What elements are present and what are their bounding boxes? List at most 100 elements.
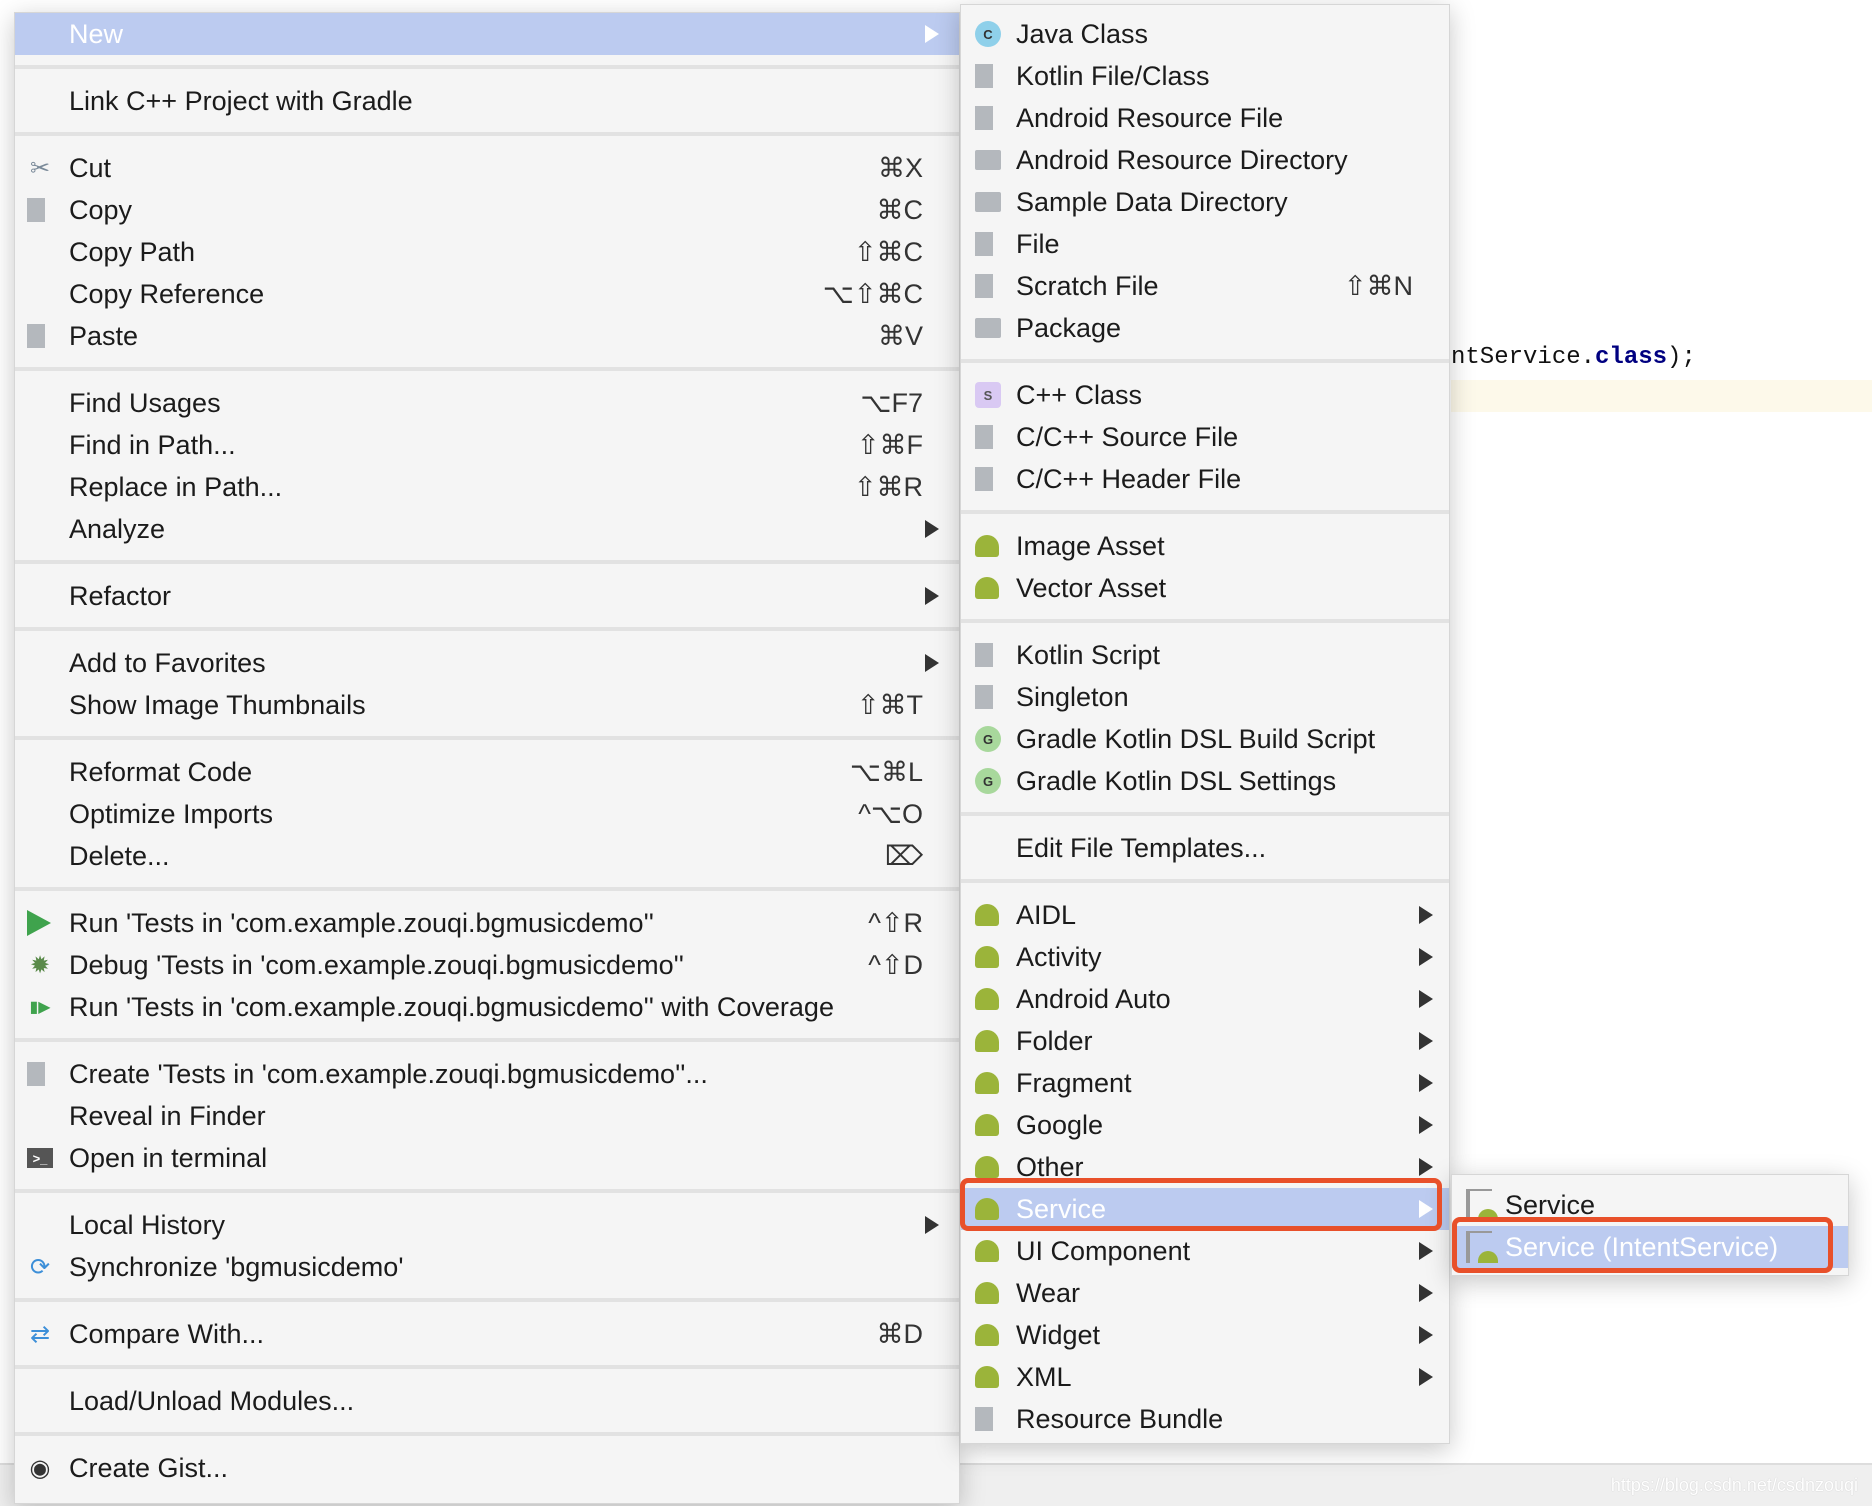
- menu-item-refactor[interactable]: Refactor: [15, 575, 959, 617]
- menu-item-activity[interactable]: Activity: [961, 936, 1449, 978]
- new-submenu: C Java Class Kotlin File/Class Android Reso…: [960, 4, 1450, 1444]
- menu-item-label: Copy Path: [69, 236, 196, 267]
- menu-item-c-class[interactable]: S C++ Class: [961, 374, 1449, 416]
- folder-icon: [975, 150, 1001, 170]
- menu-item-c-c-header-file[interactable]: C/C++ Header File: [961, 458, 1449, 500]
- menu-item-edit-file-templates[interactable]: Edit File Templates...: [961, 827, 1449, 869]
- menu-item-paste[interactable]: Paste ⌘V: [15, 315, 959, 357]
- android-icon: [975, 946, 999, 968]
- resource-bundle-icon: [975, 1407, 993, 1431]
- menu-item-file[interactable]: File: [961, 223, 1449, 265]
- shortcut-label: ⌘V: [877, 320, 923, 351]
- menu-separator: [961, 802, 1449, 827]
- menu-item-run-tests-in-com-example-zouqi-bgmusicdemo[interactable]: Run 'Tests in 'com.example.zouqi.bgmusic…: [15, 902, 959, 944]
- shortcut-label: ^⇧D: [868, 949, 923, 980]
- submenu-arrow-icon: [1419, 1200, 1433, 1218]
- menu-item-package[interactable]: Package: [961, 307, 1449, 349]
- java-class-icon: C: [975, 21, 1001, 47]
- menu-item-android-resource-file[interactable]: Android Resource File: [961, 97, 1449, 139]
- menu-item-c-c-source-file[interactable]: C/C++ Source File: [961, 416, 1449, 458]
- menu-item-gradle-kotlin-dsl-settings[interactable]: G Gradle Kotlin DSL Settings: [961, 760, 1449, 802]
- menu-item-android-resource-directory[interactable]: Android Resource Directory: [961, 139, 1449, 181]
- menu-separator: [961, 500, 1449, 525]
- menu-item-label: Synchronize 'bgmusicdemo': [69, 1251, 404, 1282]
- menu-item-android-auto[interactable]: Android Auto: [961, 978, 1449, 1020]
- service-submenu: Service Service (IntentService): [1451, 1174, 1849, 1276]
- menu-item-label: Find Usages: [69, 387, 221, 418]
- menu-item-label: Delete...: [69, 840, 170, 871]
- menu-item-xml[interactable]: XML: [961, 1356, 1449, 1398]
- menu-item-create-gist[interactable]: ◉ Create Gist...: [15, 1447, 959, 1489]
- menu-item-create-tests-in-com-example-zouqi-bgmusicdemo[interactable]: Create 'Tests in 'com.example.zouqi.bgmu…: [15, 1053, 959, 1095]
- menu-item-service-intentservice[interactable]: Service (IntentService): [1452, 1226, 1848, 1268]
- menu-item-kotlin-script[interactable]: Kotlin Script: [961, 634, 1449, 676]
- menu-item-kotlin-file-class[interactable]: Kotlin File/Class: [961, 55, 1449, 97]
- menu-item-load-unload-modules[interactable]: Load/Unload Modules...: [15, 1380, 959, 1422]
- submenu-arrow-icon: [1419, 1074, 1433, 1092]
- android-icon: [975, 1114, 999, 1136]
- menu-item-singleton[interactable]: Singleton: [961, 676, 1449, 718]
- menu-item-scratch-file[interactable]: Scratch File ⇧⌘N: [961, 265, 1449, 307]
- cpp-header-icon: [975, 467, 993, 491]
- menu-item-label: Load/Unload Modules...: [69, 1385, 355, 1416]
- menu-item-copy[interactable]: Copy ⌘C: [15, 189, 959, 231]
- menu-item-debug-tests-in-com-example-zouqi-bgmusicdemo[interactable]: ✹ Debug 'Tests in 'com.example.zouqi.bgmu…: [15, 944, 959, 986]
- menu-item-folder[interactable]: Folder: [961, 1020, 1449, 1062]
- menu-item-java-class[interactable]: C Java Class: [961, 13, 1449, 55]
- menu-item-link-c-project-with-gradle[interactable]: Link C++ Project with Gradle: [15, 80, 959, 122]
- menu-item-ui-component[interactable]: UI Component: [961, 1230, 1449, 1272]
- menu-item-analyze[interactable]: Analyze: [15, 508, 959, 550]
- create-test-icon: [27, 1062, 45, 1086]
- menu-item-service[interactable]: Service: [1452, 1184, 1848, 1226]
- menu-item-cut[interactable]: ✂ Cut ⌘X: [15, 147, 959, 189]
- submenu-arrow-icon: [925, 654, 939, 672]
- menu-item-other[interactable]: Other: [961, 1146, 1449, 1188]
- menu-item-new[interactable]: New: [15, 13, 959, 55]
- menu-item-find-usages[interactable]: Find Usages ⌥F7: [15, 382, 959, 424]
- menu-item-resource-bundle[interactable]: Resource Bundle: [961, 1398, 1449, 1440]
- menu-item-run-tests-in-com-example-zouqi-bgmusicdemo-with-coverage[interactable]: ▮▶ Run 'Tests in 'com.example.zouqi.bgmus…: [15, 986, 959, 1028]
- menu-item-add-to-favorites[interactable]: Add to Favorites: [15, 642, 959, 684]
- menu-item-widget[interactable]: Widget: [961, 1314, 1449, 1356]
- android-icon: [975, 577, 999, 599]
- android-icon: [975, 1072, 999, 1094]
- menu-item-reveal-in-finder[interactable]: Reveal in Finder: [15, 1095, 959, 1137]
- menu-item-synchronize-bgmusicdemo[interactable]: ⟳ Synchronize 'bgmusicdemo': [15, 1246, 959, 1288]
- menu-item-find-in-path[interactable]: Find in Path... ⇧⌘F: [15, 424, 959, 466]
- menu-item-google[interactable]: Google: [961, 1104, 1449, 1146]
- menu-item-show-image-thumbnails[interactable]: Show Image Thumbnails ⇧⌘T: [15, 684, 959, 726]
- menu-item-reformat-code[interactable]: Reformat Code ⌥⌘L: [15, 751, 959, 793]
- android-file-icon: [1466, 1231, 1498, 1263]
- submenu-arrow-icon: [1419, 1158, 1433, 1176]
- menu-separator: [15, 55, 959, 80]
- menu-item-delete[interactable]: Delete... ⌦: [15, 835, 959, 877]
- menu-item-label: Add to Favorites: [69, 647, 266, 678]
- menu-item-fragment[interactable]: Fragment: [961, 1062, 1449, 1104]
- submenu-arrow-icon: [1419, 990, 1433, 1008]
- menu-item-optimize-imports[interactable]: Optimize Imports ^⌥O: [15, 793, 959, 835]
- menu-item-label: Gradle Kotlin DSL Build Script: [1016, 723, 1376, 754]
- menu-item-aidl[interactable]: AIDL: [961, 894, 1449, 936]
- menu-item-image-asset[interactable]: Image Asset: [961, 525, 1449, 567]
- menu-item-replace-in-path[interactable]: Replace in Path... ⇧⌘R: [15, 466, 959, 508]
- menu-item-service[interactable]: Service: [961, 1188, 1449, 1230]
- menu-item-copy-path[interactable]: Copy Path ⇧⌘C: [15, 231, 959, 273]
- menu-item-label: File: [1016, 228, 1060, 259]
- menu-item-label: Activity: [1016, 941, 1102, 972]
- singleton-icon: [975, 685, 993, 709]
- menu-item-label: Paste: [69, 320, 139, 351]
- compare-icon: ⇄: [29, 1320, 51, 1348]
- debug-icon: ✹: [29, 951, 51, 979]
- menu-item-gradle-kotlin-dsl-build-script[interactable]: G Gradle Kotlin DSL Build Script: [961, 718, 1449, 760]
- menu-item-copy-reference[interactable]: Copy Reference ⌥⇧⌘C: [15, 273, 959, 315]
- menu-item-compare-with[interactable]: ⇄ Compare With... ⌘D: [15, 1313, 959, 1355]
- shortcut-label: ^⇧R: [868, 907, 923, 938]
- menu-separator: [961, 609, 1449, 634]
- menu-item-label: Run 'Tests in 'com.example.zouqi.bgmusic…: [69, 991, 834, 1022]
- shortcut-label: ⌥F7: [860, 387, 923, 418]
- menu-item-open-in-terminal[interactable]: >_ Open in terminal: [15, 1137, 959, 1179]
- menu-item-sample-data-directory[interactable]: Sample Data Directory: [961, 181, 1449, 223]
- menu-item-vector-asset[interactable]: Vector Asset: [961, 567, 1449, 609]
- menu-item-local-history[interactable]: Local History: [15, 1204, 959, 1246]
- menu-item-wear[interactable]: Wear: [961, 1272, 1449, 1314]
